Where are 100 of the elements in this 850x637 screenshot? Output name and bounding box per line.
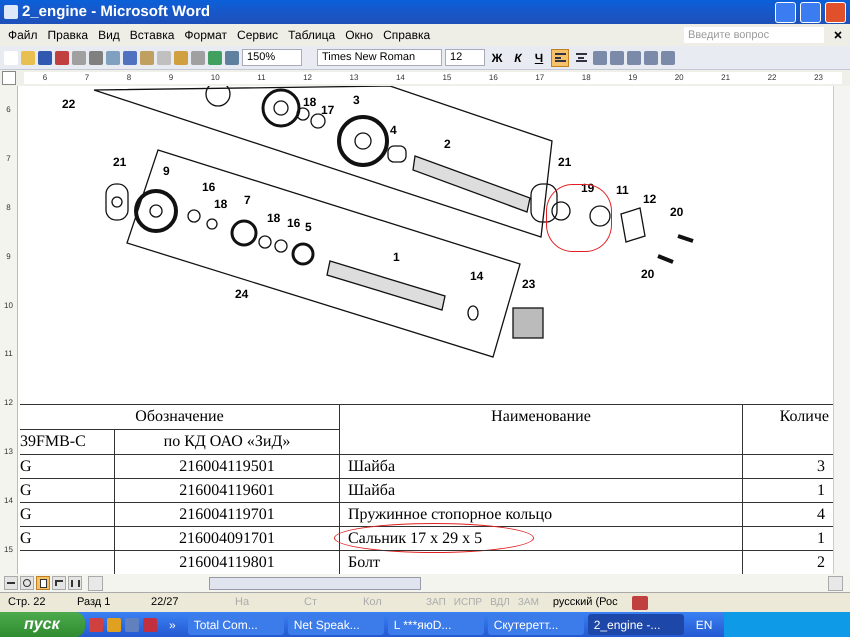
table-header: Наименование [340, 405, 743, 454]
ruler-number: 20 [674, 72, 684, 84]
menu-item[interactable]: Формат [184, 26, 228, 44]
taskbar-button[interactable]: Total Com... [188, 614, 284, 635]
table-cell: Шайба [340, 478, 743, 502]
table-header: по КД ОАО «ЗиД» [115, 430, 340, 454]
ruler-number: 18 [582, 72, 591, 84]
font-dropdown[interactable]: Times New Roman [317, 49, 442, 66]
table-cell: Шайба [340, 454, 743, 478]
callout-number: 17 [321, 104, 334, 116]
table-cell: 216004119701 [115, 502, 340, 526]
callout-number: 16 [287, 217, 300, 229]
reading-view-icon[interactable] [68, 576, 82, 590]
ruler-number: 10 [4, 300, 13, 312]
ruler-number: 6 [42, 72, 48, 84]
bold-button[interactable]: Ж [488, 48, 506, 66]
menu-item[interactable]: Вставка [130, 26, 174, 44]
ruler-number: 13 [350, 72, 358, 84]
ruler-number: 11 [4, 348, 13, 360]
scrollbar-thumb[interactable] [209, 576, 421, 590]
font-size-dropdown[interactable]: 12 [445, 49, 485, 66]
align-left-icon[interactable] [551, 48, 569, 66]
callout-number: 5 [305, 221, 312, 233]
callout-number: 2 [444, 138, 451, 150]
ruler-number: 10 [210, 72, 220, 84]
language-indicator[interactable]: EN [696, 616, 712, 634]
status-text: Стр. 22 [8, 595, 46, 610]
menu-item[interactable]: Таблица [288, 26, 336, 44]
ruler-number: 8 [6, 202, 11, 214]
table-cell: G [20, 526, 115, 550]
callout-number: 21 [558, 156, 572, 168]
ruler-number: 15 [442, 72, 452, 84]
underline-button[interactable]: Ч [530, 48, 548, 66]
callout-number: 16 [202, 181, 216, 193]
menu-item[interactable]: Окно [345, 26, 374, 44]
menu-item[interactable]: Вид [98, 26, 120, 44]
ruler-number: 11 [257, 72, 266, 84]
ruler-number: 6 [6, 104, 11, 116]
callout-number: 3 [353, 94, 360, 106]
print-layout-icon[interactable] [36, 576, 50, 590]
callout-number: 1 [393, 251, 400, 263]
table-cell: G [20, 502, 115, 526]
taskbar-button[interactable]: Скутеретт... [488, 614, 584, 635]
ruler-number: 7 [84, 72, 90, 84]
outline-view-icon[interactable] [52, 576, 66, 590]
ruler-number: 9 [168, 72, 174, 84]
scroll-left-icon[interactable] [88, 576, 103, 590]
table-cell: 216004119601 [115, 478, 340, 502]
ruler-number: 15 [4, 544, 13, 556]
table-cell: Пружинное стопорное кольцо [340, 502, 743, 526]
taskbar-button[interactable]: L ***яюD... [388, 614, 484, 635]
menu-item[interactable]: Правка [48, 26, 88, 44]
ruler-number: 21 [721, 72, 730, 84]
taskbar-button[interactable]: Net Speak... [288, 614, 384, 635]
window-title: 2_engine - Microsoft Word [22, 2, 212, 22]
callout-number: 4 [390, 124, 397, 136]
status-text: Кол [363, 595, 383, 610]
status-language: русский (Рос [552, 595, 618, 610]
callout-number: 14 [470, 270, 484, 282]
table-cell: G [20, 454, 115, 478]
status-text: Ст [304, 595, 318, 610]
menu-item[interactable]: Сервис [237, 26, 278, 44]
callout-number: 7 [244, 194, 251, 206]
ruler-number: 12 [303, 72, 312, 84]
status-mode: ЗАМ [518, 596, 539, 610]
normal-view-icon[interactable] [4, 576, 18, 590]
ruler-number: 23 [814, 72, 823, 84]
ruler-number: 9 [6, 250, 11, 263]
table-cell: 216004119501 [115, 454, 340, 478]
callout-number: 23 [522, 278, 536, 290]
callout-number: 18 [267, 212, 280, 224]
menu-item[interactable]: Справка [383, 26, 430, 44]
ruler-number: 14 [4, 494, 13, 507]
status-mode: ВДЛ [490, 596, 510, 610]
table-header: Количе [778, 407, 830, 427]
menu-item[interactable]: Файл [8, 26, 38, 44]
vertical-scrollbar[interactable] [833, 86, 850, 574]
status-text: 22/27 [151, 595, 180, 610]
tab-selector-icon[interactable] [2, 71, 16, 85]
ruler-number: 12 [4, 397, 13, 410]
callout-number: 20 [670, 206, 684, 218]
table-cell: Сальник 17 x 29 x 5 [340, 526, 743, 550]
start-button[interactable]: пуск [0, 612, 85, 637]
table-header: 39FMB-C [20, 430, 115, 454]
status-mode: ЗАП [426, 596, 446, 610]
status-text: Разд 1 [77, 595, 112, 610]
callout-number: 9 [163, 165, 170, 177]
callout-number: 20 [641, 268, 654, 280]
web-view-icon[interactable] [20, 576, 34, 590]
callout-number: 21 [113, 156, 126, 168]
ruler-number: 16 [488, 72, 498, 84]
zoom-dropdown[interactable]: 150% [242, 49, 302, 66]
italic-button[interactable]: К [509, 48, 527, 66]
scroll-right-icon[interactable] [828, 576, 843, 590]
more-icon[interactable]: » [169, 616, 176, 634]
taskbar-button[interactable]: 2_engine -... [588, 614, 684, 635]
ruler-number: 13 [4, 446, 13, 458]
ruler-number: 19 [628, 72, 638, 84]
ruler-number: 8 [126, 72, 132, 84]
status-text: На [235, 595, 250, 610]
